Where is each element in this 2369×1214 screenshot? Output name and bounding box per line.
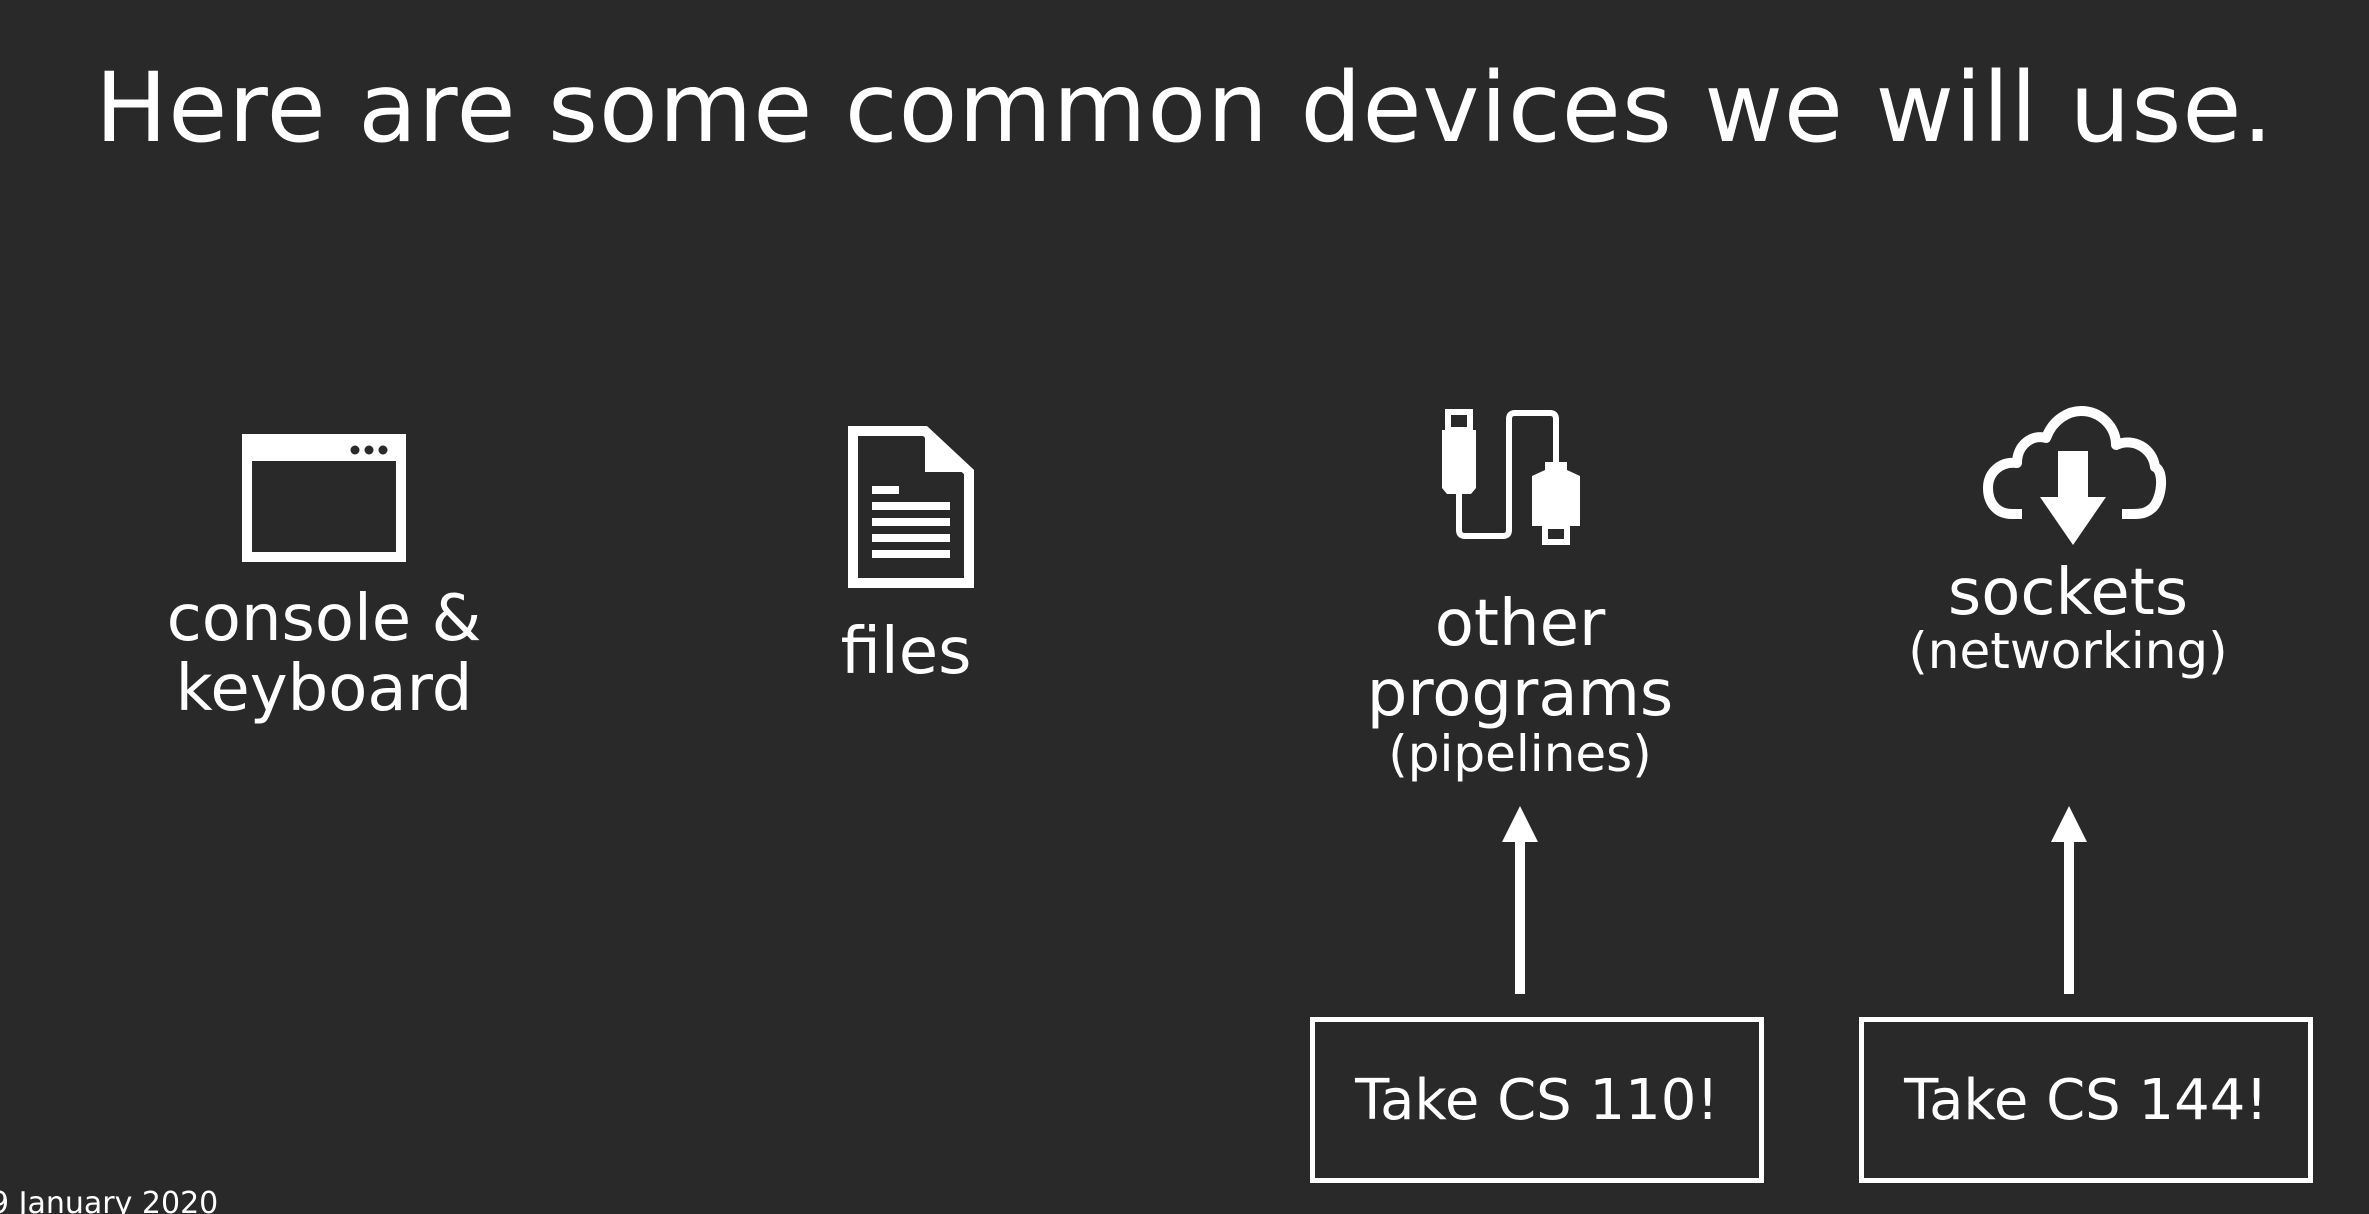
other-programs-line-1: other	[1434, 587, 1606, 661]
other-programs-label: other programs (pipelines)	[1320, 589, 1720, 781]
files-label-text: files	[840, 615, 972, 689]
cs144-callout: Take CS 144!	[1859, 1017, 2313, 1183]
cloud-download-icon	[1982, 405, 2168, 549]
cs110-callout: Take CS 110!	[1310, 1017, 1764, 1183]
console-label-line-1: console &	[166, 582, 482, 656]
files-label: files	[706, 617, 1106, 687]
cs110-text: Take CS 110!	[1355, 1067, 1719, 1133]
console-label-line-2: keyboard	[175, 652, 473, 726]
up-arrow-icon	[2050, 806, 2088, 998]
sockets-label-text: sockets	[1947, 556, 2189, 630]
slide-date: 9 January 2020	[0, 1186, 219, 1214]
usb-cable-icon	[1440, 408, 1582, 546]
other-programs-sub: (pipelines)	[1388, 725, 1652, 783]
up-arrow-icon	[1501, 806, 1539, 998]
other-programs-line-2: programs	[1366, 657, 1674, 731]
sockets-label: sockets (networking)	[1868, 558, 2268, 678]
document-icon	[848, 426, 974, 588]
window-icon	[242, 434, 406, 562]
console-keyboard-label: console & keyboard	[124, 584, 524, 724]
cs144-text: Take CS 144!	[1904, 1067, 2268, 1133]
sockets-sub: (networking)	[1908, 622, 2228, 680]
slide-title: Here are some common devices we will use…	[95, 52, 2274, 164]
